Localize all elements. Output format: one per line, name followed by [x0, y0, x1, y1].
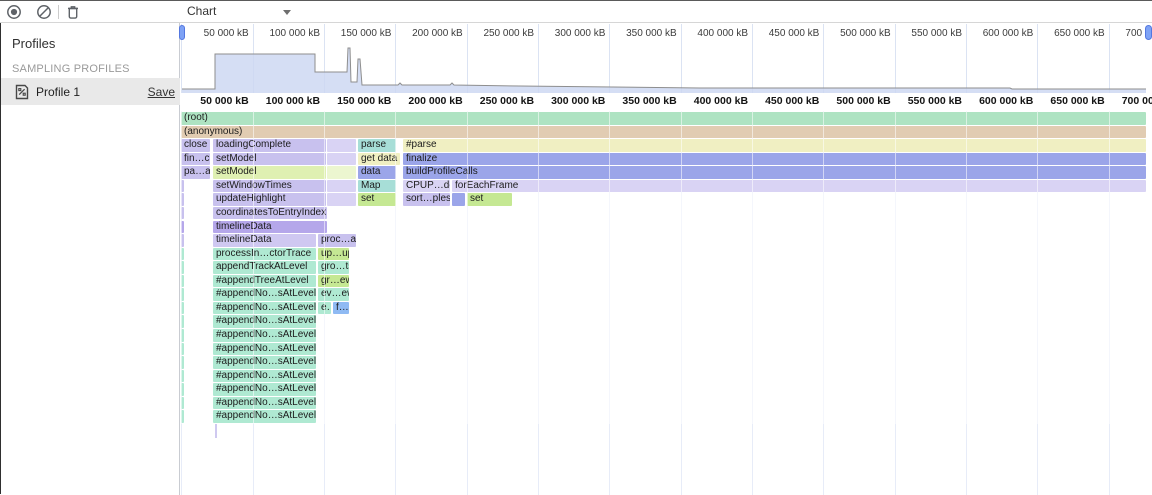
- flame-segment-fragment[interactable]: [327, 180, 356, 193]
- flame-segment[interactable]: get data: [358, 153, 400, 166]
- flame-segment[interactable]: #appendNo…sAtLevel: [213, 356, 316, 369]
- flame-segment[interactable]: #appendNo…sAtLevel: [213, 410, 316, 423]
- profiles-heading: Profiles: [12, 36, 55, 51]
- flame-segment[interactable]: setModel: [213, 166, 326, 179]
- grid-line-overlay: [1109, 111, 1110, 424]
- flame-segment[interactable]: close: [181, 139, 210, 152]
- flame-segment[interactable]: CPUP…del: [403, 180, 450, 193]
- flame-segment[interactable]: #appendNo…sAtLevel: [213, 343, 316, 356]
- flame-segment[interactable]: #appendNo…sAtLevel: [213, 302, 316, 315]
- flame-segment[interactable]: loadingComplete: [213, 139, 326, 152]
- flame-segment[interactable]: (root): [181, 112, 1146, 125]
- flame-segment[interactable]: set: [358, 193, 396, 206]
- clear-icon[interactable]: [36, 4, 52, 20]
- flame-segment[interactable]: #appendNo…sAtLevel: [213, 288, 316, 301]
- trash-icon[interactable]: [65, 4, 81, 20]
- flame-segment-fragment[interactable]: [327, 193, 356, 206]
- grid-line-overlay: [681, 111, 682, 424]
- grid-line-overlay: [752, 111, 753, 424]
- flame-segment[interactable]: fin…ce: [181, 153, 210, 166]
- overview-axis-label: 700 000 kB: [1066, 28, 1152, 39]
- grid-line-overlay: [324, 111, 325, 424]
- flame-segment-fragment[interactable]: [452, 193, 465, 206]
- profile-name: Profile 1: [36, 85, 80, 99]
- flame-segment[interactable]: up…up: [318, 248, 349, 261]
- flame-segment-fragment: [215, 424, 217, 438]
- flame-segment[interactable]: timelineData: [213, 234, 316, 247]
- profiler-panel: Chart Profiles SAMPLING PROFILES Profile…: [0, 0, 1152, 495]
- grid-line-overlay: [538, 111, 539, 424]
- overview-right-handle[interactable]: [1145, 25, 1152, 40]
- flame-segment[interactable]: f…: [333, 302, 349, 315]
- flame-segment-fragment[interactable]: [327, 139, 356, 152]
- flame-segment[interactable]: (anonymous): [181, 126, 1146, 139]
- grid-line-overlay: [253, 111, 254, 424]
- flame-segment[interactable]: coordinatesToEntryIndex: [213, 207, 327, 220]
- grid-line-overlay: [823, 111, 824, 424]
- grid-line-overlay: [467, 111, 468, 424]
- toolbar-divider: [58, 5, 59, 19]
- grid-line-overlay: [609, 111, 610, 424]
- flame-segment[interactable]: updateHighlight: [213, 193, 326, 206]
- grid-line-overlay: [395, 111, 396, 424]
- flame-ruler-label: 700 000 kB: [1066, 95, 1152, 107]
- flame-segment[interactable]: timelineData: [213, 221, 327, 234]
- profile-view-select-value: Chart: [187, 4, 216, 18]
- flame-segment[interactable]: ev…ew: [318, 288, 349, 301]
- flame-segment-fragment[interactable]: [327, 166, 356, 179]
- flame-segment[interactable]: #appendNo…sAtLevel: [213, 329, 316, 342]
- grid-line-overlay: [181, 111, 182, 424]
- flame-segment[interactable]: finalize: [403, 153, 1146, 166]
- flame-segment[interactable]: forEachFrame: [452, 180, 1146, 193]
- flame-segment[interactable]: Map: [358, 180, 396, 193]
- flame-segment[interactable]: gro…ts: [318, 261, 349, 274]
- flame-segment[interactable]: buildProfileCalls: [403, 166, 1146, 179]
- flame-segment[interactable]: appendTrackAtLevel: [213, 261, 316, 274]
- sampling-profiles-section-label: SAMPLING PROFILES: [12, 63, 130, 75]
- grid-line-overlay: [1037, 111, 1038, 424]
- flame-segment[interactable]: gr…ew: [318, 275, 349, 288]
- flame-segment[interactable]: #appendNo…sAtLevel: [213, 383, 316, 396]
- window-left-border: [0, 23, 1, 494]
- overview-left-handle[interactable]: [179, 25, 185, 40]
- flame-segment-fragment[interactable]: [327, 153, 356, 166]
- grid-line-overlay: [895, 111, 896, 424]
- toolbar: Chart: [0, 1, 1152, 23]
- flame-segment[interactable]: #parse: [403, 139, 1146, 152]
- flame-segment[interactable]: setWindowTimes: [213, 180, 326, 193]
- record-icon[interactable]: [6, 4, 22, 20]
- flame-segment[interactable]: set: [467, 193, 512, 206]
- flame-segment[interactable]: pa…at: [181, 166, 210, 179]
- flame-segment[interactable]: processIn…ctorTrace: [213, 248, 316, 261]
- flame-segment[interactable]: setModel: [213, 153, 326, 166]
- flame-segment[interactable]: sort…ples: [403, 193, 450, 206]
- chevron-down-icon: [283, 10, 291, 15]
- flame-segment[interactable]: #appendNo…sAtLevel: [213, 315, 316, 328]
- flame-segment[interactable]: parse: [358, 139, 396, 152]
- flame-segment[interactable]: #appendNo…sAtLevel: [213, 397, 316, 410]
- flame-segment[interactable]: data: [358, 166, 396, 179]
- flame-segment[interactable]: #appendTreeAtLevel: [213, 275, 316, 288]
- profile-view-select[interactable]: Chart: [187, 1, 299, 22]
- flame-segment[interactable]: #appendNo…sAtLevel: [213, 370, 316, 383]
- grid-line-overlay: [966, 111, 967, 424]
- profiles-sidebar: Profiles SAMPLING PROFILES Profile 1 Sav…: [0, 23, 180, 495]
